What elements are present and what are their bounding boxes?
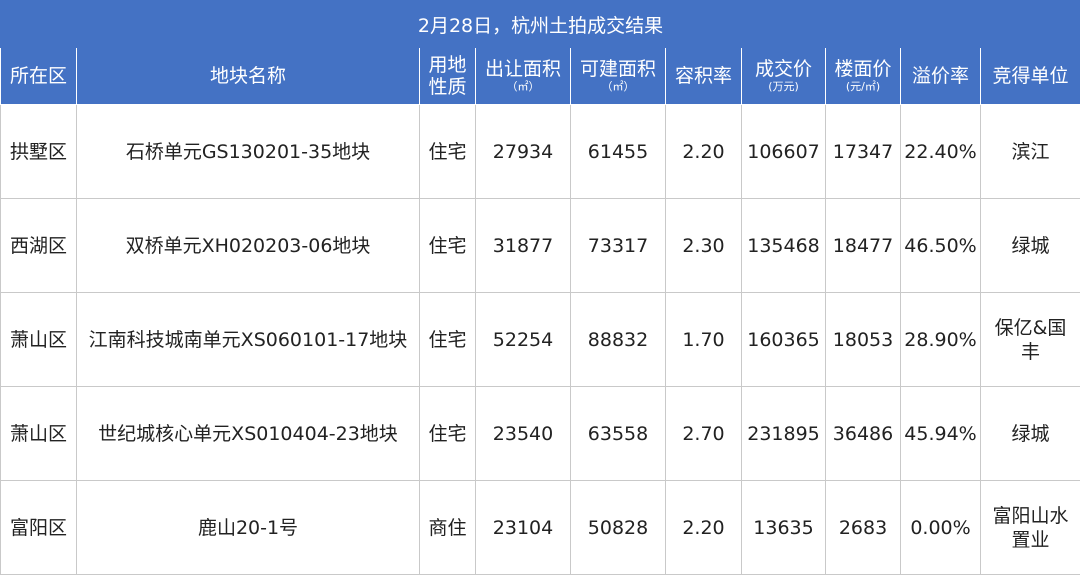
cell-plot-name: 世纪城核心单元XS010404-23地块 <box>77 387 420 481</box>
header-row: 所在区 地块名称 用地 性质 出让面积（㎡） 可建面积（㎡） 容积率 成交价(万… <box>1 48 1080 105</box>
header-plot-ratio: 容积率 <box>666 48 742 105</box>
table-row: 西湖区 双桥单元XH020203-06地块 住宅 31877 73317 2.3… <box>1 199 1080 293</box>
table-row: 萧山区 世纪城核心单元XS010404-23地块 住宅 23540 63558 … <box>1 387 1080 481</box>
header-unit: (元/㎡) <box>826 80 900 94</box>
land-auction-table-container: 2月28日，杭州土拍成交结果 所在区 地块名称 用地 性质 出让面积（㎡） 可建… <box>0 0 1080 573</box>
table-title: 2月28日，杭州土拍成交结果 <box>1 1 1080 48</box>
table-row: 萧山区 江南科技城南单元XS060101-17地块 住宅 52254 88832… <box>1 293 1080 387</box>
header-label: 楼面价 <box>834 58 891 80</box>
cell-premium-rate: 22.40% <box>901 105 981 199</box>
header-label: 出让面积 <box>485 58 561 80</box>
table-row: 富阳区 鹿山20-1号 商住 23104 50828 2.20 13635 26… <box>1 481 1080 575</box>
cell-buildable-area: 61455 <box>571 105 666 199</box>
cell-floor-price: 36486 <box>826 387 901 481</box>
cell-district: 萧山区 <box>1 293 77 387</box>
header-unit: （㎡） <box>571 80 665 94</box>
cell-land-use: 住宅 <box>420 105 476 199</box>
cell-plot-ratio: 2.20 <box>666 481 742 575</box>
header-label: 溢价率 <box>912 65 969 87</box>
cell-plot-name: 石桥单元GS130201-35地块 <box>77 105 420 199</box>
cell-plot-ratio: 2.20 <box>666 105 742 199</box>
cell-land-use: 住宅 <box>420 293 476 387</box>
cell-deal-price: 231895 <box>742 387 826 481</box>
cell-land-use: 住宅 <box>420 199 476 293</box>
cell-plot-name: 鹿山20-1号 <box>77 481 420 575</box>
cell-buildable-area: 88832 <box>571 293 666 387</box>
header-unit: (万元) <box>742 80 825 94</box>
cell-floor-price: 18053 <box>826 293 901 387</box>
cell-deal-price: 106607 <box>742 105 826 199</box>
cell-winner: 绿城 <box>981 387 1080 481</box>
header-plot-name: 地块名称 <box>77 48 420 105</box>
land-auction-results-table: 2月28日，杭州土拍成交结果 所在区 地块名称 用地 性质 出让面积（㎡） 可建… <box>0 0 1080 575</box>
cell-transfer-area: 23540 <box>476 387 571 481</box>
header-label: 地块名称 <box>210 65 286 87</box>
header-label: 可建面积 <box>580 58 656 80</box>
cell-floor-price: 18477 <box>826 199 901 293</box>
cell-transfer-area: 31877 <box>476 199 571 293</box>
header-label: 所在区 <box>10 65 67 87</box>
cell-district: 拱墅区 <box>1 105 77 199</box>
cell-floor-price: 17347 <box>826 105 901 199</box>
header-winner: 竞得单位 <box>981 48 1080 105</box>
table-row: 拱墅区 石桥单元GS130201-35地块 住宅 27934 61455 2.2… <box>1 105 1080 199</box>
cell-winner: 富阳山水 置业 <box>981 481 1080 575</box>
cell-plot-ratio: 2.30 <box>666 199 742 293</box>
cell-land-use: 商住 <box>420 481 476 575</box>
cell-winner: 绿城 <box>981 199 1080 293</box>
header-unit: （㎡） <box>476 80 570 94</box>
cell-transfer-area: 52254 <box>476 293 571 387</box>
cell-winner: 保亿&国 丰 <box>981 293 1080 387</box>
cell-plot-name: 双桥单元XH020203-06地块 <box>77 199 420 293</box>
cell-floor-price: 2683 <box>826 481 901 575</box>
cell-transfer-area: 23104 <box>476 481 571 575</box>
cell-land-use: 住宅 <box>420 387 476 481</box>
cell-buildable-area: 63558 <box>571 387 666 481</box>
cell-buildable-area: 50828 <box>571 481 666 575</box>
header-premium-rate: 溢价率 <box>901 48 981 105</box>
cell-plot-ratio: 1.70 <box>666 293 742 387</box>
header-buildable-area: 可建面积（㎡） <box>571 48 666 105</box>
header-label: 竞得单位 <box>993 65 1069 87</box>
header-label: 成交价 <box>755 58 812 80</box>
cell-winner: 滨江 <box>981 105 1080 199</box>
cell-deal-price: 160365 <box>742 293 826 387</box>
header-label: 容积率 <box>675 65 732 87</box>
header-label: 用地 性质 <box>428 54 466 98</box>
title-row: 2月28日，杭州土拍成交结果 <box>1 1 1080 48</box>
header-floor-price: 楼面价(元/㎡) <box>826 48 901 105</box>
cell-transfer-area: 27934 <box>476 105 571 199</box>
cell-premium-rate: 45.94% <box>901 387 981 481</box>
cell-premium-rate: 28.90% <box>901 293 981 387</box>
cell-deal-price: 135468 <box>742 199 826 293</box>
cell-deal-price: 13635 <box>742 481 826 575</box>
cell-plot-ratio: 2.70 <box>666 387 742 481</box>
cell-buildable-area: 73317 <box>571 199 666 293</box>
cell-district: 萧山区 <box>1 387 77 481</box>
cell-premium-rate: 46.50% <box>901 199 981 293</box>
header-land-use: 用地 性质 <box>420 48 476 105</box>
header-district: 所在区 <box>1 48 77 105</box>
header-transfer-area: 出让面积（㎡） <box>476 48 571 105</box>
header-deal-price: 成交价(万元) <box>742 48 826 105</box>
cell-district: 富阳区 <box>1 481 77 575</box>
cell-district: 西湖区 <box>1 199 77 293</box>
cell-premium-rate: 0.00% <box>901 481 981 575</box>
cell-plot-name: 江南科技城南单元XS060101-17地块 <box>77 293 420 387</box>
